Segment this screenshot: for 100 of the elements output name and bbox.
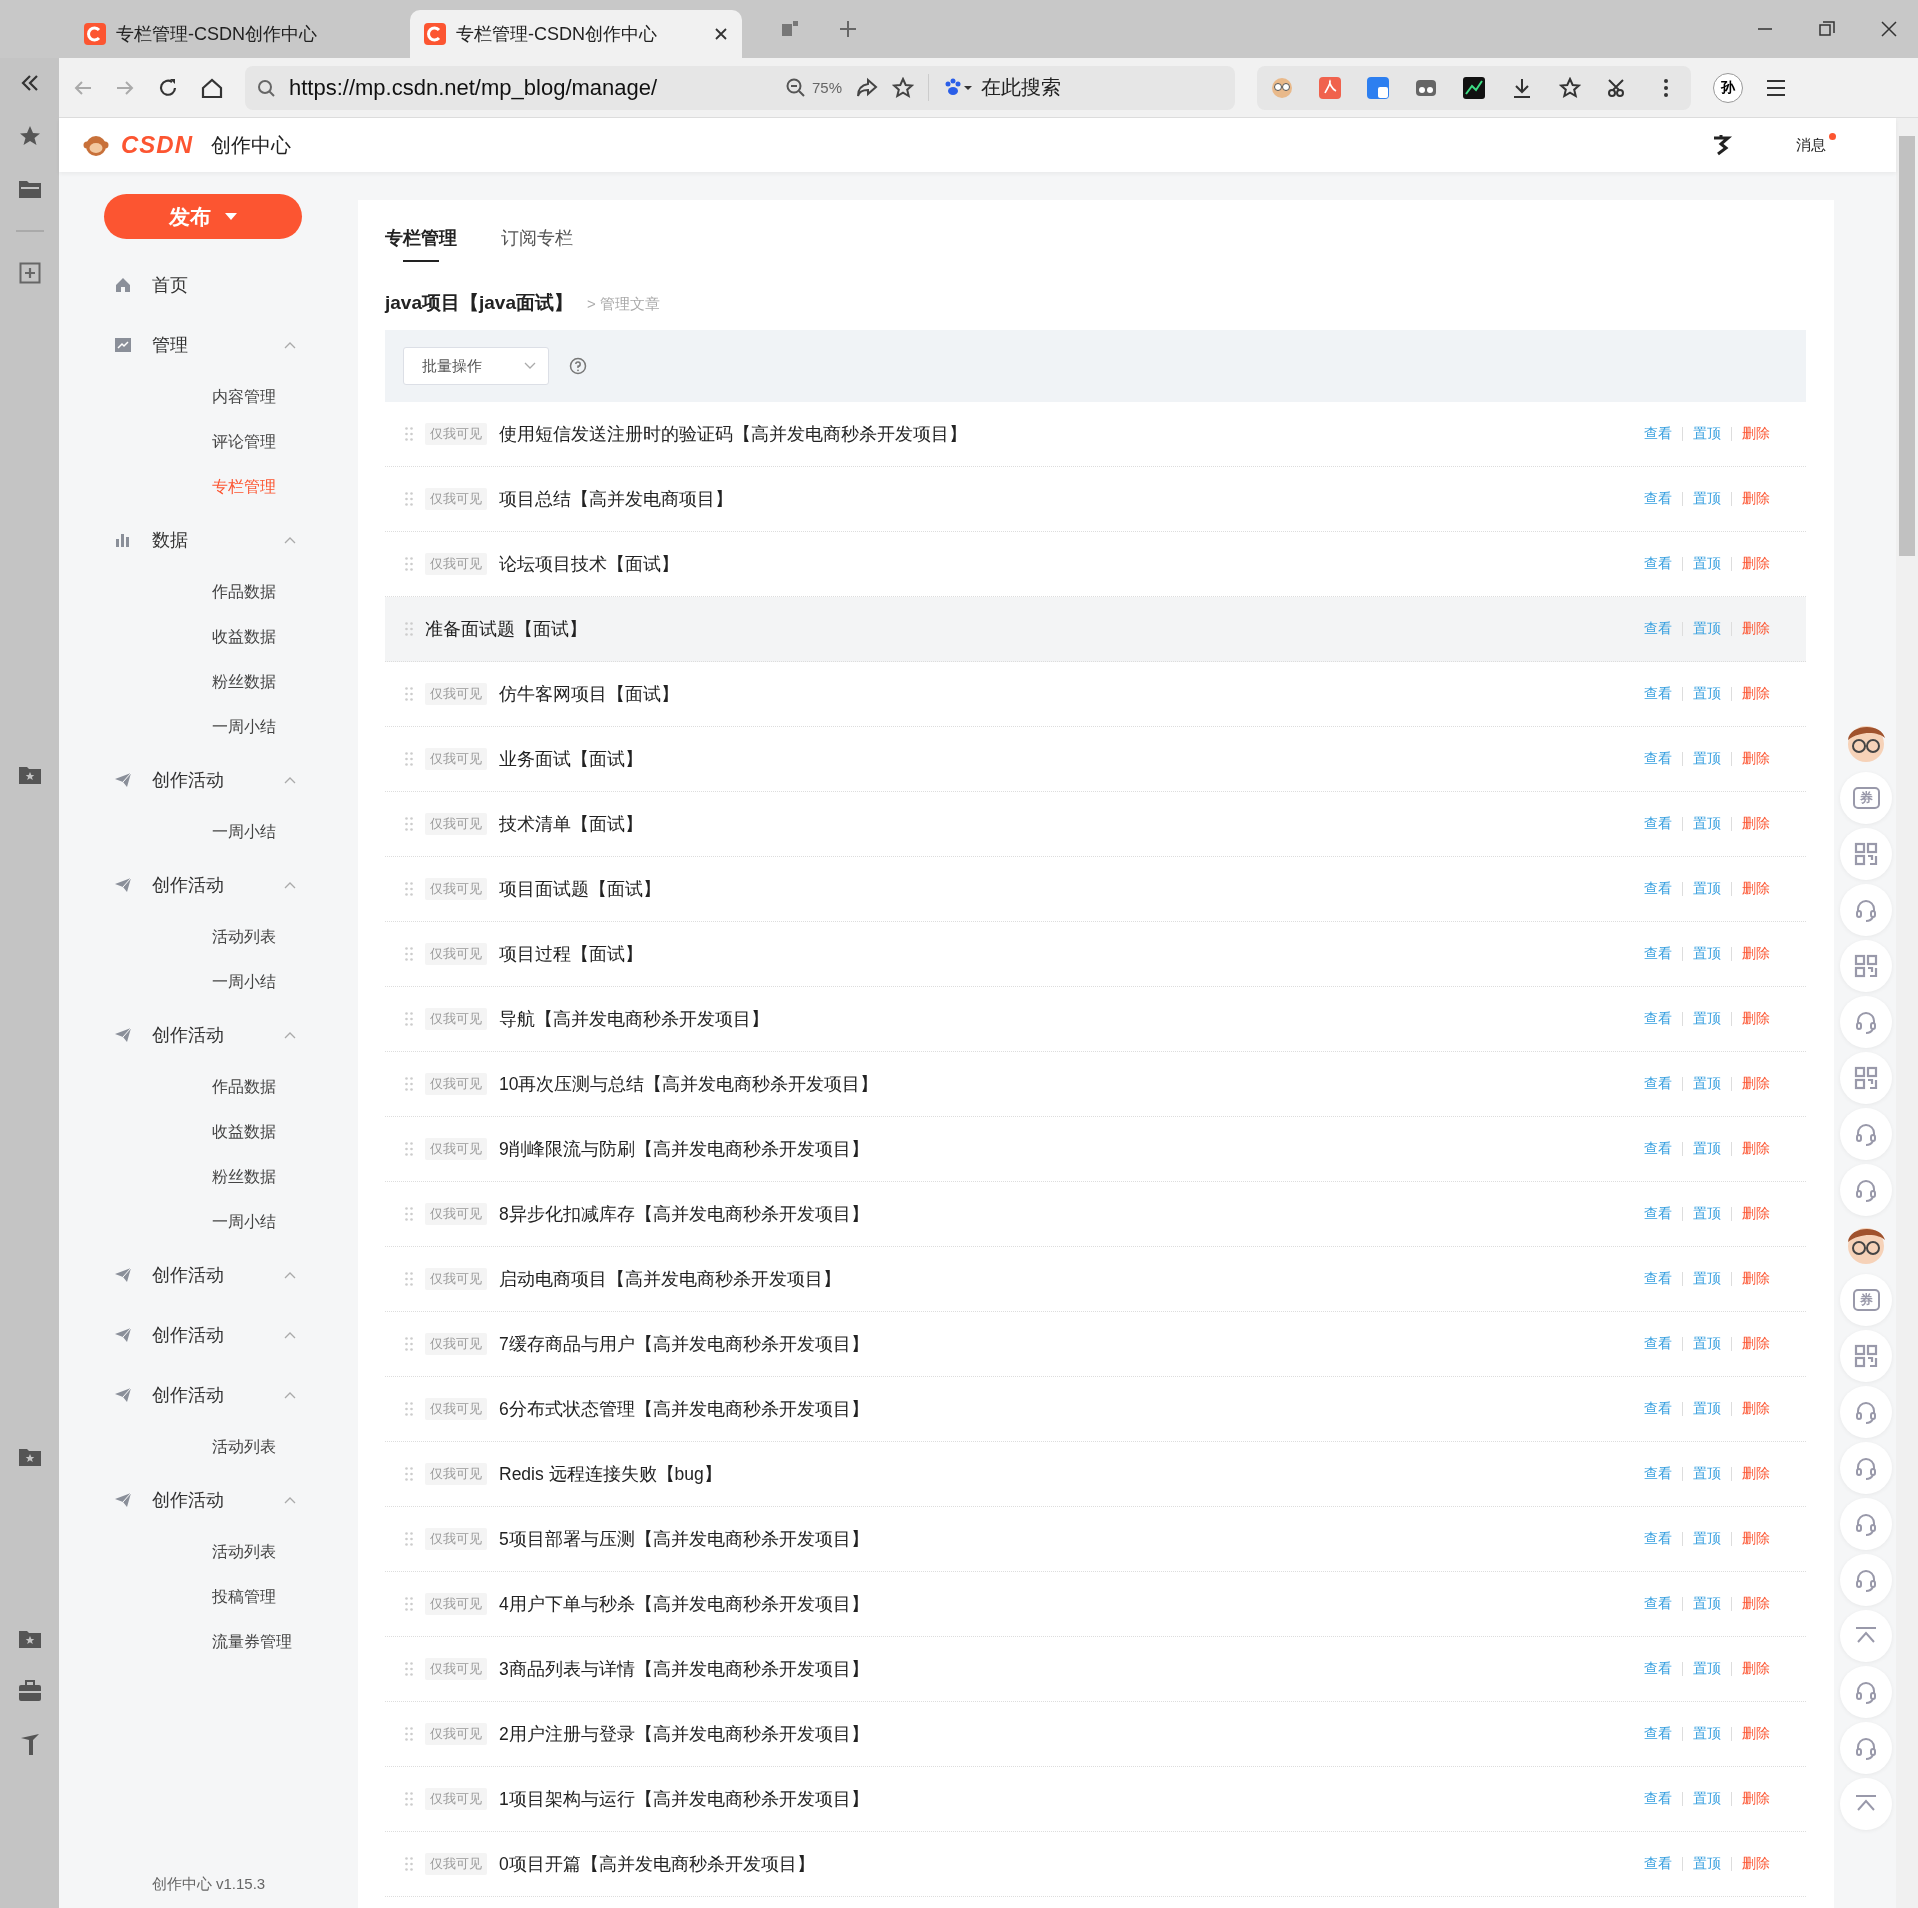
drag-handle-icon[interactable] xyxy=(405,1012,413,1026)
article-title[interactable]: 项目面试题【面试】 xyxy=(499,877,1622,901)
headset-button[interactable] xyxy=(1840,1442,1892,1494)
article-title[interactable]: 0项目开篇【高并发电商秒杀开发项目】 xyxy=(499,1852,1622,1876)
batch-select[interactable]: 批量操作 xyxy=(403,347,549,385)
article-title[interactable]: 仿牛客网项目【面试】 xyxy=(499,682,1622,706)
drag-handle-icon[interactable] xyxy=(405,1857,413,1871)
nav-subitem[interactable]: 内容管理 xyxy=(212,387,276,408)
article-title[interactable]: 3商品列表与详情【高并发电商秒杀开发项目】 xyxy=(499,1657,1622,1681)
qr-code-button[interactable] xyxy=(1840,940,1892,992)
folder-icon[interactable] xyxy=(17,178,42,200)
back-to-top-button[interactable] xyxy=(1840,1778,1892,1830)
headset-button[interactable] xyxy=(1840,1386,1892,1438)
browser-tab[interactable]: 专栏管理-CSDN创作中心 xyxy=(70,10,402,58)
drag-handle-icon[interactable] xyxy=(405,1272,413,1286)
tab[interactable]: 订阅专栏 xyxy=(501,212,573,270)
nav-item[interactable]: 创作活动 xyxy=(59,1470,358,1530)
star-folder-icon[interactable] xyxy=(17,1446,42,1468)
favorite-star-icon[interactable] xyxy=(892,76,914,99)
nav-item[interactable]: 创作活动 xyxy=(59,1365,358,1425)
drag-handle-icon[interactable] xyxy=(405,1207,413,1221)
qr-code-button[interactable] xyxy=(1840,828,1892,880)
pdf-icon[interactable] xyxy=(1319,76,1341,99)
download-icon[interactable] xyxy=(1511,76,1533,99)
nav-subitem[interactable]: 收益数据 xyxy=(212,1122,276,1143)
article-title[interactable]: 启动电商项目【高并发电商秒杀开发项目】 xyxy=(499,1267,1622,1291)
qr-code-button[interactable] xyxy=(1840,1052,1892,1104)
profile-avatar[interactable]: 孙 xyxy=(1713,72,1743,103)
nav-item[interactable]: 数据 xyxy=(59,510,358,570)
stock-chart-icon[interactable] xyxy=(1463,76,1485,99)
headset-button[interactable] xyxy=(1840,1722,1892,1774)
tab[interactable]: 专栏管理 xyxy=(385,212,457,270)
headset-button[interactable] xyxy=(1840,884,1892,936)
nav-subitem[interactable]: 活动列表 xyxy=(212,1542,276,1563)
article-title[interactable]: 10再次压测与总结【高并发电商秒杀开发项目】 xyxy=(499,1072,1622,1096)
new-tab-icon[interactable] xyxy=(838,19,858,39)
article-title[interactable]: 使用短信发送注册时的验证码【高并发电商秒杀开发项目】 xyxy=(499,422,1622,446)
help-icon[interactable] xyxy=(569,357,587,375)
drag-handle-icon[interactable] xyxy=(405,1077,413,1091)
briefcase-icon[interactable] xyxy=(17,1680,42,1702)
article-title[interactable]: 业务面试【面试】 xyxy=(499,747,1622,771)
nav-subitem[interactable]: 评论管理 xyxy=(212,432,276,453)
browser-tab[interactable]: 专栏管理-CSDN创作中心 xyxy=(410,10,742,58)
headset-button[interactable] xyxy=(1840,1554,1892,1606)
article-title[interactable]: Redis 远程连接失败【bug】 xyxy=(499,1462,1622,1486)
nav-item[interactable]: 创作活动 xyxy=(59,1005,358,1065)
tab-groups-icon[interactable] xyxy=(780,19,800,39)
article-title[interactable]: 4用户下单与秒杀【高并发电商秒杀开发项目】 xyxy=(499,1592,1622,1616)
headset-button[interactable] xyxy=(1840,1666,1892,1718)
drag-handle-icon[interactable] xyxy=(405,882,413,896)
drag-handle-icon[interactable] xyxy=(405,1792,413,1806)
headset-button[interactable] xyxy=(1840,1164,1892,1216)
nav-subitem[interactable]: 粉丝数据 xyxy=(212,1167,276,1188)
article-title[interactable]: 8异步化扣减库存【高并发电商秒杀开发项目】 xyxy=(499,1202,1622,1226)
star-folder-icon[interactable] xyxy=(17,764,42,786)
article-title[interactable]: 项目过程【面试】 xyxy=(499,942,1622,966)
drag-handle-icon[interactable] xyxy=(405,622,413,636)
nav-subitem[interactable]: 活动列表 xyxy=(212,1437,276,1458)
nav-item[interactable]: 创作活动 xyxy=(59,1305,358,1365)
star-icon[interactable] xyxy=(1559,76,1581,99)
article-title[interactable]: 论坛项目技术【面试】 xyxy=(499,552,1622,576)
restore-icon[interactable] xyxy=(1818,20,1836,38)
drag-handle-icon[interactable] xyxy=(405,492,413,506)
article-title[interactable]: 2用户注册与登录【高并发电商秒杀开发项目】 xyxy=(499,1722,1622,1746)
nav-subitem[interactable]: 作品数据 xyxy=(212,1077,276,1098)
nav-subitem[interactable]: 流量券管理 xyxy=(212,1632,292,1653)
nav-subitem[interactable]: 收益数据 xyxy=(212,627,276,648)
home-icon[interactable] xyxy=(201,76,223,99)
nav-subitem[interactable]: 活动列表 xyxy=(212,927,276,948)
article-row[interactable]: 准备面试题【面试】 查看 置顶 删除 xyxy=(385,597,1806,662)
drag-handle-icon[interactable] xyxy=(405,817,413,831)
article-title[interactable]: 准备面试题【面试】 xyxy=(425,617,1622,641)
nav-item[interactable]: 创作活动 xyxy=(59,1245,358,1305)
article-title[interactable]: 5项目部署与压测【高并发电商秒杀开发项目】 xyxy=(499,1527,1622,1551)
drag-handle-icon[interactable] xyxy=(405,1467,413,1481)
nav-subitem[interactable]: 投稿管理 xyxy=(212,1587,276,1608)
add-box-icon[interactable] xyxy=(18,262,41,284)
drag-handle-icon[interactable] xyxy=(405,947,413,961)
close-icon[interactable] xyxy=(1880,20,1898,38)
article-title[interactable]: 6分布式状态管理【高并发电商秒杀开发项目】 xyxy=(499,1397,1622,1421)
drag-handle-icon[interactable] xyxy=(405,1597,413,1611)
back-to-top-button[interactable] xyxy=(1840,1610,1892,1662)
article-title[interactable]: 9削峰限流与防刷【高并发电商秒杀开发项目】 xyxy=(499,1137,1622,1161)
owl-icon[interactable] xyxy=(1271,76,1293,99)
qr-code-button[interactable] xyxy=(1840,1330,1892,1382)
menu-icon[interactable] xyxy=(1765,77,1787,98)
nav-subitem[interactable]: 粉丝数据 xyxy=(212,672,276,693)
nav-subitem[interactable]: 一周小结 xyxy=(212,972,276,993)
drag-handle-icon[interactable] xyxy=(405,1727,413,1741)
zoom-out-icon[interactable] xyxy=(785,77,806,98)
article-title[interactable]: 技术清单【面试】 xyxy=(499,812,1622,836)
star-folder-icon[interactable] xyxy=(17,1628,42,1650)
nav-subitem[interactable]: 作品数据 xyxy=(212,582,276,603)
scrollbar-thumb[interactable] xyxy=(1899,136,1915,556)
share-icon[interactable] xyxy=(856,76,878,99)
nav-item[interactable]: 管理 xyxy=(59,315,358,375)
close-icon[interactable] xyxy=(714,27,728,41)
drag-handle-icon[interactable] xyxy=(405,557,413,571)
nav-item[interactable]: 创作活动 xyxy=(59,750,358,810)
drag-handle-icon[interactable] xyxy=(405,1402,413,1416)
